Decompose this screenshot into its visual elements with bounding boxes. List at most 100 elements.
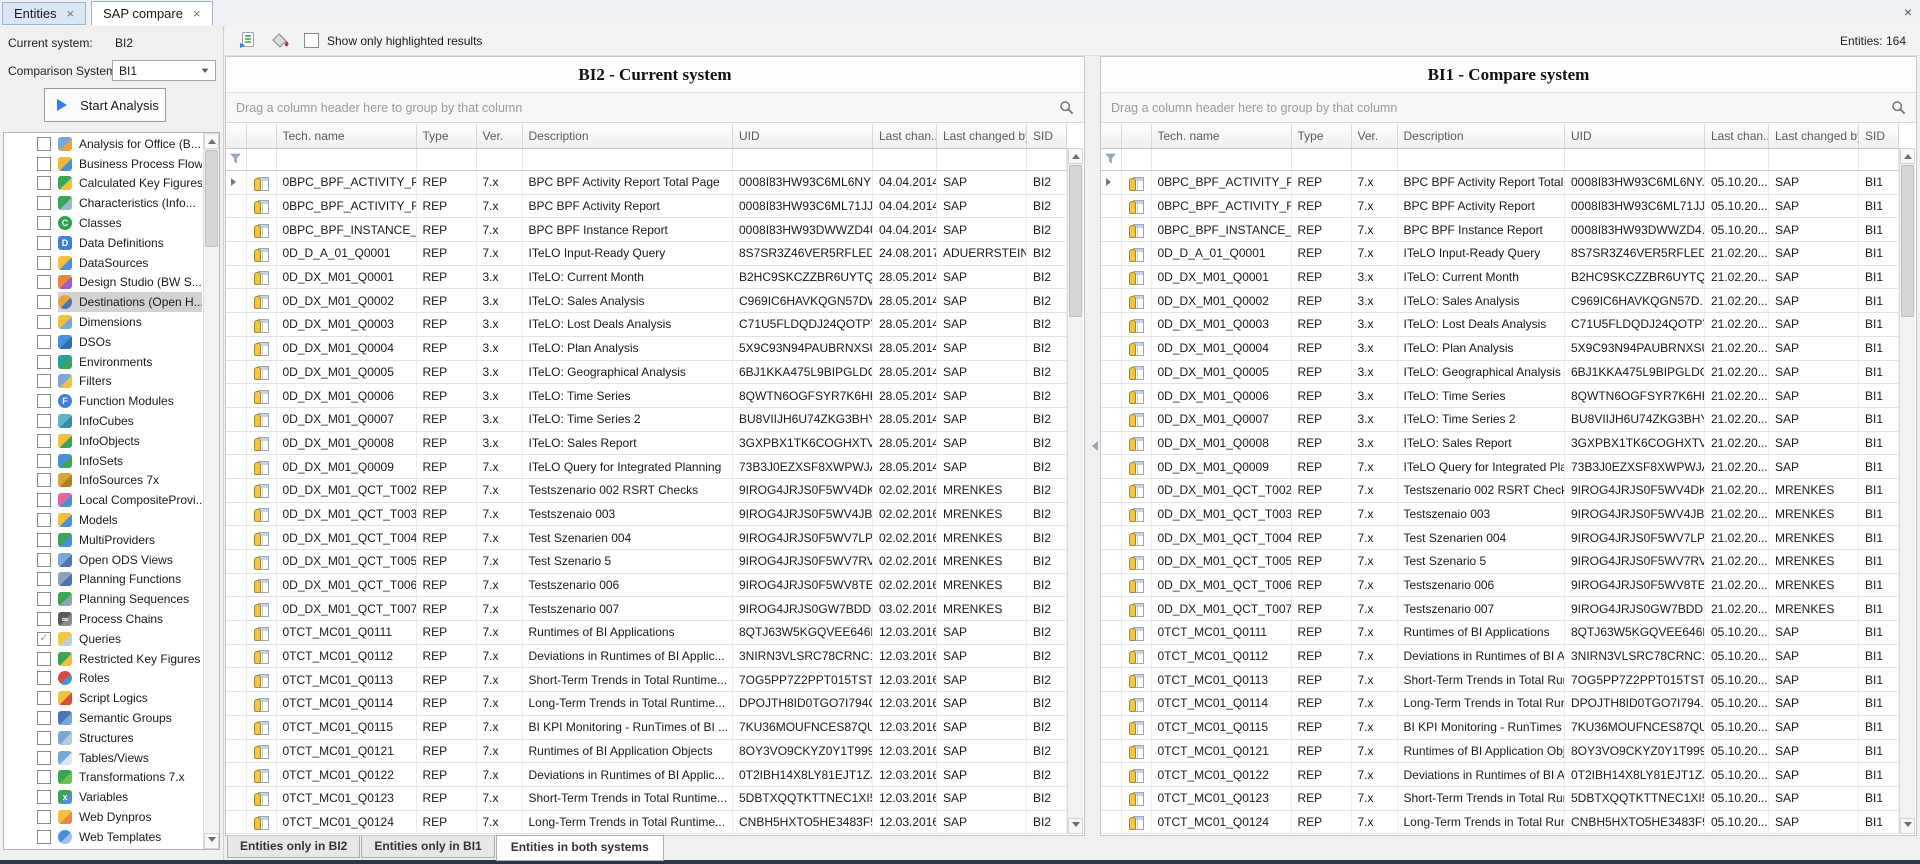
table-row[interactable]: 0D_DX_M01_Q0005REP3.xITeLO: Geographical… <box>226 360 1067 384</box>
checkbox-filters[interactable] <box>37 374 51 388</box>
collapse-left-icon[interactable] <box>1087 441 1098 451</box>
checkbox-queries[interactable]: ✓ <box>37 632 51 646</box>
checkbox-roles[interactable] <box>37 671 51 685</box>
table-row[interactable]: 0D_DX_M01_QCT_T002REP7.xTestszenario 002… <box>1101 478 1899 502</box>
sidebar-item-infocubes[interactable]: InfoCubes <box>4 411 202 431</box>
filter-cell[interactable] <box>1351 149 1397 171</box>
sidebar-item-variables[interactable]: xVariables <box>4 787 202 807</box>
close-icon[interactable]: × <box>1904 5 1912 19</box>
table-row[interactable]: 0D_DX_M01_Q0002REP3.xITeLO: Sales Analys… <box>1101 289 1899 313</box>
column-header-sid[interactable]: SID <box>1027 124 1067 149</box>
sidebar-item-infosets[interactable]: InfoSets <box>4 451 202 471</box>
table-row[interactable]: 0TCT_MC01_Q0114REP7.xLong-Term Trends in… <box>1101 692 1899 716</box>
sidebar-item-destinations-open-h[interactable]: Destinations (Open H... <box>4 292 202 312</box>
filter-cell[interactable] <box>1705 149 1769 171</box>
sidebar-item-infoobjects[interactable]: InfoObjects <box>4 431 202 451</box>
table-row[interactable]: 0TCT_MC01_Q0113REP7.xShort-Term Trends i… <box>226 668 1067 692</box>
table-row[interactable]: 0BPC_BPF_ACTIVITY_PA...REP7.xBPC BPF Act… <box>226 171 1067 195</box>
table-row[interactable]: 0BPC_BPF_ACTIVITY_P...REP7.xBPC BPF Acti… <box>1101 171 1899 195</box>
sidebar-item-process-chains[interactable]: ∞Process Chains <box>4 609 202 629</box>
sidebar-item-tables-views[interactable]: Tables/Views <box>4 748 202 768</box>
filter-cell[interactable] <box>416 149 476 171</box>
close-icon[interactable]: × <box>67 7 75 20</box>
table-row[interactable]: 0D_DX_M01_Q0004REP3.xITeLO: Plan Analysi… <box>1101 336 1899 360</box>
filter-cell[interactable] <box>1027 149 1067 171</box>
checkbox-function-modules[interactable] <box>37 394 51 408</box>
filter-cell[interactable] <box>522 149 733 171</box>
column-header-description[interactable]: Description <box>522 124 733 149</box>
table-row[interactable]: 0D_DX_M01_Q0007REP3.xITeLO: Time Series … <box>226 407 1067 431</box>
table-row[interactable]: 0D_D_A_01_Q0001REP7.xITeLO Input-Ready Q… <box>226 242 1067 266</box>
sidebar-item-dsos[interactable]: DSOs <box>4 332 202 352</box>
tab-entities-only-bi1[interactable]: Entities only in BI1 <box>361 836 494 858</box>
sidebar-item-models[interactable]: Models <box>4 510 202 530</box>
filter-cell[interactable] <box>476 149 522 171</box>
table-row[interactable]: 0TCT_MC01_Q0124REP7.xLong-Term Trends in… <box>1101 810 1899 834</box>
checkbox-restricted-key-figures[interactable] <box>37 652 51 666</box>
sidebar-item-semantic-groups[interactable]: Semantic Groups <box>4 708 202 728</box>
checkbox-planning-functions[interactable] <box>37 572 51 586</box>
sidebar-item-planning-sequences[interactable]: Planning Sequences <box>4 589 202 609</box>
scroll-down-icon[interactable] <box>1068 818 1083 834</box>
checkbox-models[interactable] <box>37 513 51 527</box>
sidebar-item-analysis-for-office-b[interactable]: Analysis for Office (B... <box>4 134 202 154</box>
scroll-up-icon[interactable] <box>1900 148 1915 164</box>
table-row[interactable]: 0D_DX_M01_Q0009REP7.xITeLO Query for Int… <box>226 455 1067 479</box>
excel-export-icon[interactable] <box>239 32 257 49</box>
filter-cell[interactable] <box>1291 149 1351 171</box>
table-row[interactable]: 0D_DX_M01_QCT_T006REP7.xTestszenario 006… <box>1101 573 1899 597</box>
table-row[interactable]: 0BPC_BPF_ACTIVITY_REPREP7.xBPC BPF Activ… <box>1101 194 1899 218</box>
checkbox-datasources[interactable] <box>37 256 51 270</box>
checkbox-calculated-key-figures[interactable] <box>37 176 51 190</box>
tab-entities[interactable]: Entities × <box>2 2 86 25</box>
table-row[interactable]: 0D_DX_M01_QCT_T002REP7.xTestszenario 002… <box>226 478 1067 502</box>
table-row[interactable]: 0TCT_MC01_Q0111REP7.xRuntimes of BI Appl… <box>1101 621 1899 645</box>
scrollbar-thumb[interactable] <box>205 150 218 247</box>
checkbox-multiproviders[interactable] <box>37 533 51 547</box>
grid-scrollbar[interactable] <box>1899 148 1915 834</box>
filter-cell[interactable] <box>937 149 1027 171</box>
checkbox-dimensions[interactable] <box>37 315 51 329</box>
table-row[interactable]: 0TCT_MC01_Q0122REP7.xDeviations in Runti… <box>1101 763 1899 787</box>
sidebar-item-local-compositeprovi[interactable]: Local CompositeProvi... <box>4 490 202 510</box>
expand-row-icon[interactable] <box>1106 178 1115 186</box>
table-row[interactable]: 0D_DX_M01_Q0005REP3.xITeLO: Geographical… <box>1101 360 1899 384</box>
checkbox-data-definitions[interactable] <box>37 236 51 250</box>
table-row[interactable]: 0D_D_A_01_Q0001REP7.xITeLO Input-Ready Q… <box>1101 242 1899 266</box>
column-header-ver[interactable]: Ver. <box>1351 124 1397 149</box>
checkbox-destinations-open-h[interactable] <box>37 295 51 309</box>
table-row[interactable]: 0TCT_MC01_Q0122REP7.xDeviations in Runti… <box>226 763 1067 787</box>
table-row[interactable]: 0TCT_MC01_Q0113REP7.xShort-Term Trends i… <box>1101 668 1899 692</box>
column-header-ver[interactable]: Ver. <box>476 124 522 149</box>
checkbox-analysis-for-office-b[interactable] <box>37 137 51 151</box>
sidebar-item-environments[interactable]: Environments <box>4 352 202 372</box>
table-row[interactable]: 0D_DX_M01_QCT_T006REP7.xTestszenario 006… <box>226 573 1067 597</box>
table-row[interactable]: 0D_DX_M01_QCT_T003REP7.xTestszenaio 0039… <box>226 502 1067 526</box>
tab-entities-in-both[interactable]: Entities in both systems <box>496 835 664 861</box>
search-icon[interactable] <box>1059 100 1074 115</box>
checkbox-web-templates[interactable] <box>37 830 51 844</box>
sidebar-item-data-definitions[interactable]: DData Definitions <box>4 233 202 253</box>
tab-entities-only-bi2[interactable]: Entities only in BI2 <box>227 836 360 858</box>
sidebar-item-open-ods-views[interactable]: Open ODS Views <box>4 550 202 570</box>
checkbox-local-compositeprovi[interactable] <box>37 493 51 507</box>
tab-sap-compare[interactable]: SAP compare × <box>91 1 213 26</box>
filter-cell[interactable] <box>276 149 416 171</box>
sidebar-item-infosources-7x[interactable]: InfoSources 7x <box>4 471 202 491</box>
sidebar-item-design-studio-bw-s[interactable]: Design Studio (BW S... <box>4 273 202 293</box>
table-row[interactable]: 0TCT_MC01_Q0111REP7.xRuntimes of BI Appl… <box>226 621 1067 645</box>
column-header-uid[interactable]: UID <box>1565 124 1705 149</box>
scroll-down-icon[interactable] <box>204 833 219 849</box>
checkbox-semantic-groups[interactable] <box>37 711 51 725</box>
checkbox-environments[interactable] <box>37 355 51 369</box>
expand-row-icon[interactable] <box>231 178 240 186</box>
grid-scrollbar[interactable] <box>1067 148 1083 834</box>
scrollbar-thumb[interactable] <box>1069 165 1082 317</box>
checkbox-planning-sequences[interactable] <box>37 592 51 606</box>
filter-cell[interactable] <box>246 149 276 171</box>
search-icon[interactable] <box>1891 100 1906 115</box>
table-row[interactable]: 0D_DX_M01_Q0008REP3.xITeLO: Sales Report… <box>226 431 1067 455</box>
checkbox-tables-views[interactable] <box>37 751 51 765</box>
sidebar-item-characteristics-info[interactable]: Characteristics (Info... <box>4 193 202 213</box>
sidebar-item-datasources[interactable]: DataSources <box>4 253 202 273</box>
